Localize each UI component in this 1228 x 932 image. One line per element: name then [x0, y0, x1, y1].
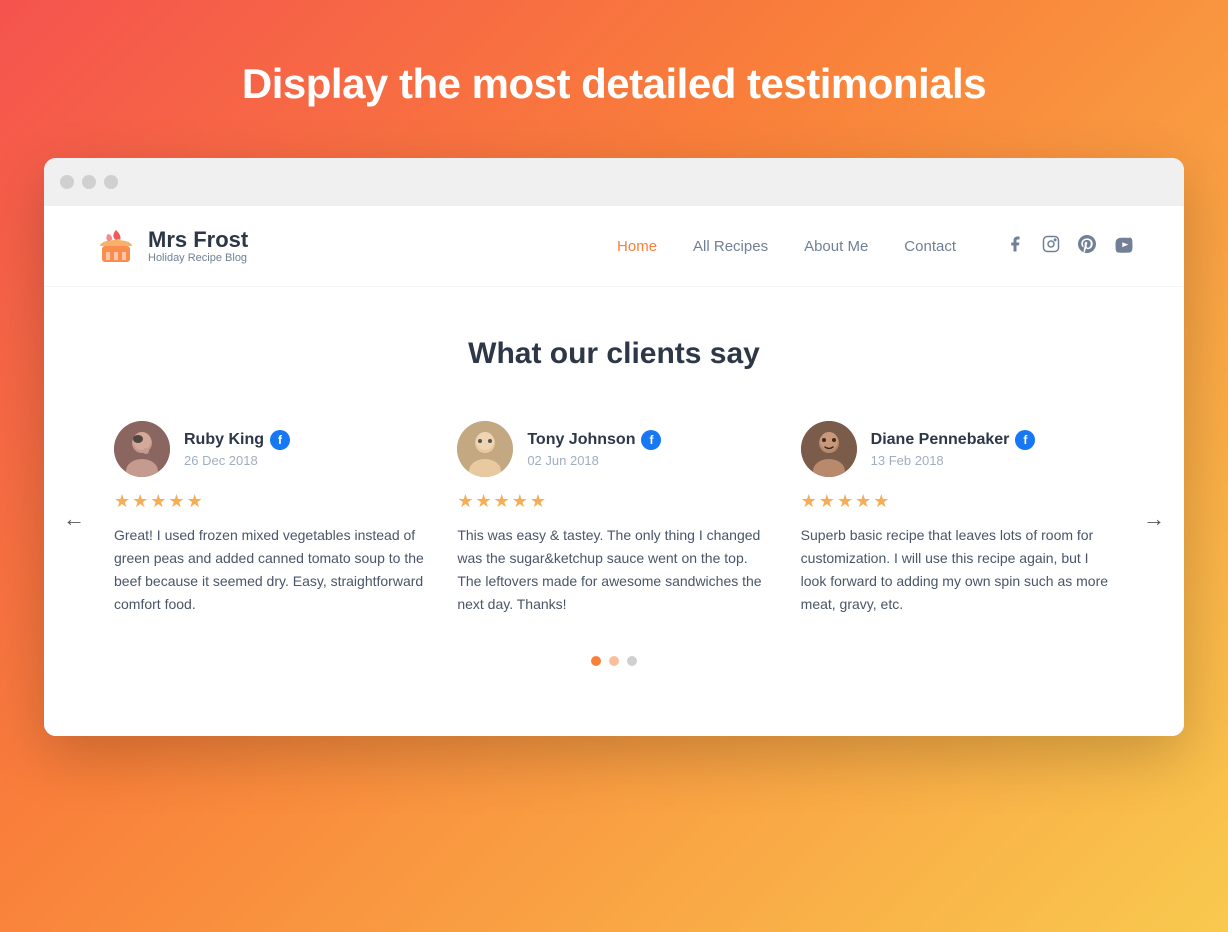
star: ★ — [132, 491, 148, 512]
navbar: Mrs Frost Holiday Recipe Blog Home All R… — [44, 206, 1184, 287]
facebook-icon[interactable] — [1006, 235, 1024, 258]
star: ★ — [512, 491, 528, 512]
main-section: What our clients say ← — [44, 287, 1184, 736]
nav-link-home[interactable]: Home — [617, 238, 657, 255]
section-title: What our clients say — [44, 337, 1184, 371]
reviewer-name-3: Diane Pennebaker — [871, 431, 1010, 449]
reviewer-info-2: Tony Johnson f 02 Jun 2018 — [527, 430, 661, 468]
star: ★ — [855, 491, 871, 512]
brand: Mrs Frost Holiday Recipe Blog — [94, 224, 248, 268]
fb-badge-2: f — [641, 430, 661, 450]
reviewer-header-2: Tony Johnson f 02 Jun 2018 — [457, 421, 770, 477]
star: ★ — [837, 491, 853, 512]
nav-link-contact[interactable]: Contact — [904, 238, 956, 255]
review-text-1: Great! I used frozen mixed vegetables in… — [114, 524, 427, 616]
star: ★ — [494, 491, 510, 512]
reviewer-name-row-2: Tony Johnson f — [527, 430, 661, 450]
reviewer-name-row-1: Ruby King f — [184, 430, 290, 450]
brand-name: Mrs Frost — [148, 228, 248, 252]
fb-badge-3: f — [1015, 430, 1035, 450]
star: ★ — [114, 491, 130, 512]
next-arrow[interactable]: → — [1136, 501, 1172, 537]
testimonial-card-3: Diane Pennebaker f 13 Feb 2018 ★ ★ ★ ★ — [801, 411, 1114, 626]
browser-window: Mrs Frost Holiday Recipe Blog Home All R… — [44, 158, 1184, 736]
reviewer-name-2: Tony Johnson — [527, 431, 635, 449]
prev-arrow[interactable]: ← — [56, 501, 92, 537]
star: ★ — [819, 491, 835, 512]
avatar-ruby — [114, 421, 170, 477]
nav-link-about[interactable]: About Me — [804, 238, 868, 255]
instagram-icon[interactable] — [1042, 235, 1060, 258]
testimonial-card-2: Tony Johnson f 02 Jun 2018 ★ ★ ★ ★ ★ — [457, 411, 770, 626]
reviewer-header-3: Diane Pennebaker f 13 Feb 2018 — [801, 421, 1114, 477]
reviewer-name-row-3: Diane Pennebaker f — [871, 430, 1036, 450]
star: ★ — [150, 491, 166, 512]
reviewer-info-3: Diane Pennebaker f 13 Feb 2018 — [871, 430, 1036, 468]
star: ★ — [475, 491, 491, 512]
star: ★ — [187, 491, 203, 512]
reviewer-name-1: Ruby King — [184, 431, 264, 449]
fb-badge-1: f — [270, 430, 290, 450]
pagination-dot-3[interactable] — [627, 656, 637, 666]
stars-1: ★ ★ ★ ★ ★ — [114, 491, 427, 512]
browser-content: Mrs Frost Holiday Recipe Blog Home All R… — [44, 206, 1184, 736]
browser-bar — [44, 158, 1184, 206]
avatar-diane — [801, 421, 857, 477]
stars-3: ★ ★ ★ ★ ★ — [801, 491, 1114, 512]
testimonials-wrapper: ← — [44, 411, 1184, 626]
testimonials-grid: Ruby King f 26 Dec 2018 ★ ★ ★ ★ ★ — [44, 411, 1184, 626]
reviewer-date-3: 13 Feb 2018 — [871, 453, 1036, 468]
pagination — [44, 626, 1184, 706]
avatar-tony — [457, 421, 513, 477]
pagination-dot-2[interactable] — [609, 656, 619, 666]
star: ★ — [457, 491, 473, 512]
hero-title: Display the most detailed testimonials — [242, 60, 986, 108]
star: ★ — [873, 491, 889, 512]
reviewer-date-1: 26 Dec 2018 — [184, 453, 290, 468]
reviewer-date-2: 02 Jun 2018 — [527, 453, 661, 468]
star: ★ — [801, 491, 817, 512]
browser-dot-yellow — [82, 175, 96, 189]
review-text-3: Superb basic recipe that leaves lots of … — [801, 524, 1114, 616]
brand-icon — [94, 224, 138, 268]
nav-link-recipes[interactable]: All Recipes — [693, 238, 768, 255]
pinterest-icon[interactable] — [1078, 235, 1096, 258]
star: ★ — [530, 491, 546, 512]
pagination-dot-1[interactable] — [591, 656, 601, 666]
star: ★ — [168, 491, 184, 512]
reviewer-header-1: Ruby King f 26 Dec 2018 — [114, 421, 427, 477]
stars-2: ★ ★ ★ ★ ★ — [457, 491, 770, 512]
browser-dot-green — [104, 175, 118, 189]
brand-subtitle: Holiday Recipe Blog — [148, 252, 248, 264]
review-text-2: This was easy & tastey. The only thing I… — [457, 524, 770, 616]
browser-dot-red — [60, 175, 74, 189]
left-arrow-icon: ← — [63, 506, 85, 532]
testimonial-card-1: Ruby King f 26 Dec 2018 ★ ★ ★ ★ ★ — [114, 411, 427, 626]
right-arrow-icon: → — [1143, 506, 1165, 532]
nav-links: Home All Recipes About Me Contact — [617, 238, 956, 255]
reviewer-info-1: Ruby King f 26 Dec 2018 — [184, 430, 290, 468]
social-icons — [1006, 235, 1134, 258]
brand-text: Mrs Frost Holiday Recipe Blog — [148, 228, 248, 264]
youtube-icon[interactable] — [1114, 235, 1134, 258]
